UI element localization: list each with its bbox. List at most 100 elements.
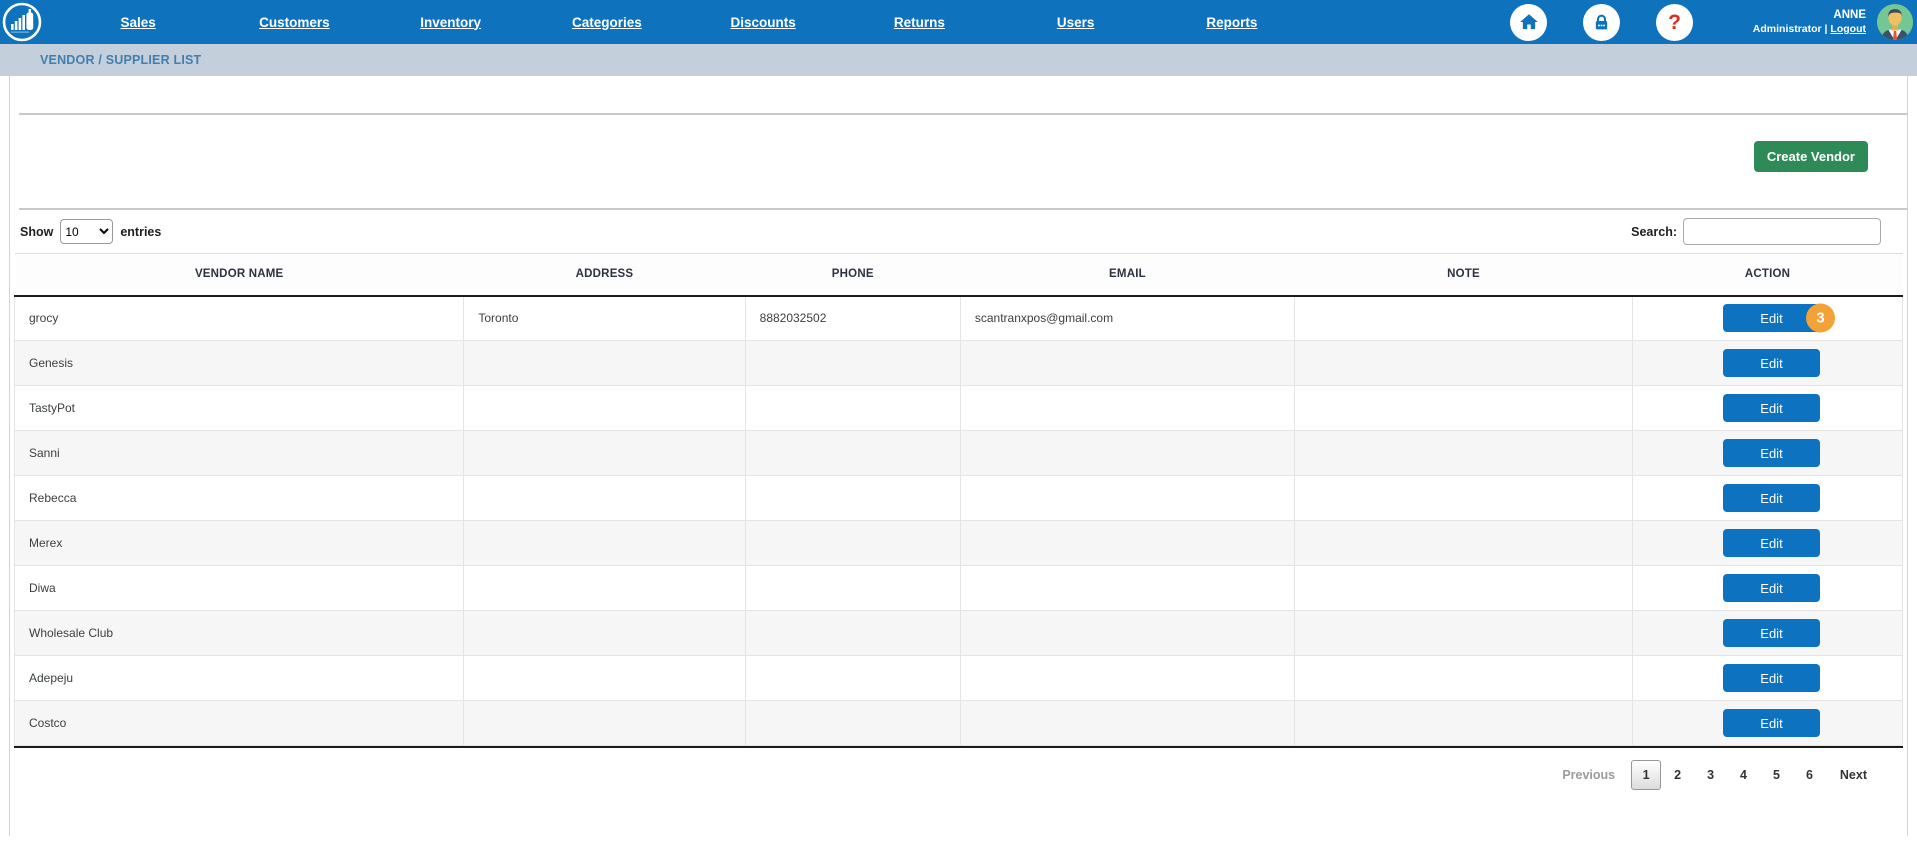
create-vendor-section: Create Vendor <box>10 115 1907 208</box>
cell-note <box>1295 341 1633 386</box>
cell-note <box>1295 566 1633 611</box>
nav-menu: Sales Customers Inventory Categories Dis… <box>60 15 1310 30</box>
cell-email: scantranxpos@gmail.com <box>960 296 1294 341</box>
pagination-page-2[interactable]: 2 <box>1661 768 1694 782</box>
cell-address <box>464 341 745 386</box>
cell-phone <box>745 431 960 476</box>
nav-menu-item[interactable]: Users <box>998 15 1154 30</box>
vendor-table: VENDOR NAME ADDRESS PHONE EMAIL NOTE ACT… <box>14 253 1903 746</box>
table-row: grocy Toronto 8882032502 scantranxpos@gm… <box>15 296 1903 341</box>
edit-button[interactable]: Edit <box>1723 709 1820 737</box>
app-logo-icon[interactable] <box>2 2 42 42</box>
cell-address <box>464 656 745 701</box>
cell-phone <box>745 386 960 431</box>
cell-action: Edit <box>1632 521 1902 566</box>
cell-phone <box>745 521 960 566</box>
nav-icon-cluster: ? <box>1510 4 1693 41</box>
cell-note <box>1295 476 1633 521</box>
cell-phone <box>745 656 960 701</box>
table-row: Rebecca Edit <box>15 476 1903 521</box>
user-role: Administrator <box>1753 23 1822 35</box>
cell-email <box>960 431 1294 476</box>
pagination-next[interactable]: Next <box>1840 768 1867 782</box>
table-row: TastyPot Edit <box>15 386 1903 431</box>
user-name: ANNE <box>1753 8 1866 22</box>
cell-note <box>1295 296 1633 341</box>
help-icon[interactable]: ? <box>1656 4 1693 41</box>
top-navigation-bar: Sales Customers Inventory Categories Dis… <box>0 0 1917 44</box>
edit-button[interactable]: Edit <box>1723 529 1820 557</box>
search-control: Search: <box>1631 218 1881 245</box>
nav-menu-item[interactable]: Returns <box>841 15 997 30</box>
lock-icon[interactable] <box>1583 4 1620 41</box>
nav-menu-item[interactable]: Categories <box>529 15 685 30</box>
cell-phone: 8882032502 <box>745 296 960 341</box>
nav-menu-item[interactable]: Inventory <box>373 15 529 30</box>
edit-button[interactable]: Edit <box>1723 349 1820 377</box>
page-size-select[interactable]: 10 <box>60 219 113 244</box>
user-block: ANNE Administrator | Logout <box>1753 8 1866 36</box>
column-header-email: EMAIL <box>960 254 1294 296</box>
table-row: Sanni Edit <box>15 431 1903 476</box>
edit-button[interactable]: Edit <box>1723 394 1820 422</box>
search-input[interactable] <box>1683 218 1881 245</box>
table-row: Merex Edit <box>15 521 1903 566</box>
edit-button[interactable]: Edit <box>1723 439 1820 467</box>
cell-vendor-name: Diwa <box>15 566 464 611</box>
cell-email <box>960 521 1294 566</box>
cell-email <box>960 476 1294 521</box>
cell-address <box>464 386 745 431</box>
pagination-page-6[interactable]: 6 <box>1793 768 1826 782</box>
logout-link[interactable]: Logout <box>1830 23 1866 35</box>
cell-email <box>960 701 1294 746</box>
vendor-table-wrap: VENDOR NAME ADDRESS PHONE EMAIL NOTE ACT… <box>14 253 1903 746</box>
content-panel: Create Vendor Show 10 entries Search: VE… <box>9 76 1908 836</box>
nav-menu-item[interactable]: Sales <box>60 15 216 30</box>
cell-address <box>464 701 745 746</box>
cell-vendor-name: TastyPot <box>15 386 464 431</box>
nav-menu-item[interactable]: Discounts <box>685 15 841 30</box>
nav-menu-item[interactable]: Reports <box>1154 15 1310 30</box>
search-label: Search: <box>1631 225 1677 239</box>
cell-phone <box>745 476 960 521</box>
cell-action: Edit <box>1632 341 1902 386</box>
cell-email <box>960 566 1294 611</box>
edit-button[interactable]: Edit <box>1723 484 1820 512</box>
help-question-glyph: ? <box>1668 12 1681 33</box>
breadcrumb-bar: VENDOR / SUPPLIER LIST <box>0 44 1917 76</box>
cell-action: Edit <box>1632 566 1902 611</box>
table-header-row: VENDOR NAME ADDRESS PHONE EMAIL NOTE ACT… <box>15 254 1903 296</box>
cell-note <box>1295 656 1633 701</box>
cell-email <box>960 656 1294 701</box>
cell-vendor-name: Genesis <box>15 341 464 386</box>
home-icon[interactable] <box>1510 4 1547 41</box>
pagination-previous[interactable]: Previous <box>1562 768 1615 782</box>
show-label: Show <box>20 225 53 239</box>
table-row: Wholesale Club Edit <box>15 611 1903 656</box>
column-header-phone: PHONE <box>745 254 960 296</box>
nav-menu-item[interactable]: Customers <box>216 15 372 30</box>
edit-button[interactable]: Edit <box>1723 574 1820 602</box>
entries-label: entries <box>120 225 161 239</box>
pagination-page-5[interactable]: 5 <box>1760 768 1793 782</box>
pagination-page-4[interactable]: 4 <box>1727 768 1760 782</box>
cell-vendor-name: Rebecca <box>15 476 464 521</box>
cell-vendor-name: Costco <box>15 701 464 746</box>
cell-note <box>1295 611 1633 656</box>
table-controls-row: Show 10 entries Search: <box>10 210 1907 253</box>
pagination-page-3[interactable]: 3 <box>1694 768 1727 782</box>
table-row: Adepeju Edit <box>15 656 1903 701</box>
edit-button[interactable]: Edit <box>1723 664 1820 692</box>
cell-action: Edit <box>1632 386 1902 431</box>
vendor-table-body: grocy Toronto 8882032502 scantranxpos@gm… <box>15 296 1903 746</box>
create-vendor-button[interactable]: Create Vendor <box>1754 141 1868 172</box>
column-header-address: ADDRESS <box>464 254 745 296</box>
cell-note <box>1295 701 1633 746</box>
cell-address <box>464 521 745 566</box>
cell-address: Toronto <box>464 296 745 341</box>
cell-phone <box>745 341 960 386</box>
pagination-page-1[interactable]: 1 <box>1631 760 1661 790</box>
edit-button[interactable]: Edit <box>1723 619 1820 647</box>
table-bottom-border <box>14 746 1903 748</box>
cell-phone <box>745 611 960 656</box>
